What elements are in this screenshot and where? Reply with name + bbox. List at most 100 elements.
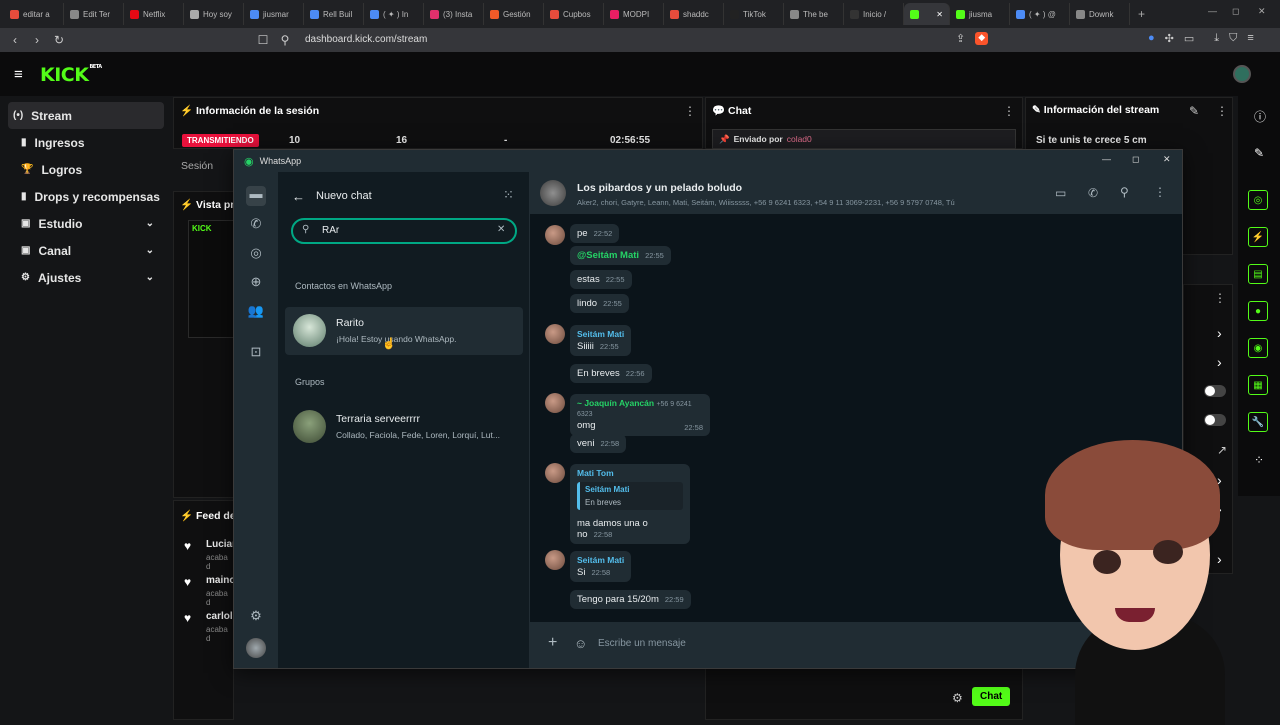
info-icon[interactable]: ⓘ (1254, 108, 1266, 125)
maximize-icon[interactable]: ◻ (1232, 6, 1239, 17)
browser-tab[interactable]: jiusmar (244, 3, 304, 25)
contact-item[interactable]: Rarito ¡Hola! Estoy usando WhatsApp. ☝ (285, 307, 523, 355)
hamburger-icon[interactable]: ≡ (14, 66, 23, 83)
sender-avatar[interactable] (545, 393, 565, 413)
message-bubble[interactable]: estas 22:55 (570, 270, 632, 289)
more-icon[interactable]: ⋮ (1214, 291, 1226, 305)
pinned-user[interactable]: colad0 (787, 134, 812, 144)
message-bubble[interactable]: ~ Joaquín Ayancán +56 9 6241 6323 omg 22:5… (570, 394, 710, 436)
download-icon[interactable]: ⤓ (1214, 32, 1219, 45)
browser-tab[interactable]: ( ✦ ) @ (1010, 3, 1070, 25)
more-icon[interactable]: ⋮ (1216, 104, 1228, 118)
gear-icon[interactable]: ⚙ (952, 691, 963, 705)
maximize-icon[interactable]: ◻ (1132, 154, 1139, 165)
back-arrow-icon[interactable]: ← (292, 189, 305, 204)
group-item[interactable]: Terraria serveerrrr Collado, Faciola, Fe… (285, 403, 523, 451)
browser-tab[interactable]: MODPI (604, 3, 664, 25)
chevron-down-icon[interactable]: ⌄ (146, 272, 154, 283)
sidebar-item-logros[interactable]: 🏆 Logros (8, 156, 164, 183)
message-bubble[interactable]: veni 22:58 (570, 434, 627, 453)
message-bubble[interactable]: pe 22:52 (570, 224, 620, 243)
message-bubble[interactable]: Tengo para 15/20m 22:59 (570, 590, 691, 609)
more-icon[interactable]: ⋮ (1003, 104, 1015, 118)
browser-tab[interactable]: (3) Insta (424, 3, 484, 25)
avatar[interactable] (1233, 65, 1251, 83)
chevron-down-icon[interactable]: ⌄ (146, 245, 154, 256)
pencil-icon[interactable]: ✎ (1254, 146, 1264, 160)
message-bubble[interactable]: lindo 22:55 (570, 294, 629, 313)
attach-plus-icon[interactable]: + (548, 634, 557, 652)
browser-tab[interactable]: Inicio / (844, 3, 904, 25)
close-icon[interactable]: ✕ (1258, 6, 1266, 17)
browser-tab[interactable]: Gestión (484, 3, 544, 25)
settings-icon[interactable]: ⚙ (246, 608, 266, 628)
conversation-header[interactable]: Los pibardos y un pelado boludo Aker2, c… (530, 172, 1182, 214)
layout-icon[interactable]: ▦ (1248, 375, 1268, 395)
archive-icon[interactable]: ⊡ (246, 344, 266, 364)
browser-tab[interactable]: jiusma (950, 3, 1010, 25)
search-input[interactable]: ⚲ RAr ✕ (291, 218, 517, 244)
browser-tab[interactable]: The be (784, 3, 844, 25)
browser-tab[interactable]: Downk (1070, 3, 1130, 25)
message-bubble[interactable]: Seitám Mati Si 22:58 (570, 551, 632, 582)
browser-tab[interactable]: shaddc (664, 3, 724, 25)
wrench-icon[interactable]: 🔧 (1248, 412, 1268, 432)
puzzle-icon[interactable]: ✣ (1165, 32, 1174, 45)
message-input[interactable]: Escribe un mensaje (598, 638, 686, 649)
search-icon[interactable]: ⚲ (1120, 185, 1129, 199)
channels-icon[interactable]: ⊕ (246, 274, 266, 294)
minimize-icon[interactable]: — (1208, 6, 1217, 16)
video-call-icon[interactable]: ▭ (1055, 186, 1066, 200)
quoted-message[interactable]: Seitám Mati En breves (577, 482, 683, 510)
edit-icon[interactable]: ✎ (1189, 104, 1199, 118)
message-bubble[interactable]: En breves 22:56 (570, 364, 652, 383)
voice-call-icon[interactable]: ✆ (1088, 186, 1098, 200)
chevron-down-icon[interactable]: ⌄ (146, 218, 154, 229)
preview-thumbnail[interactable]: KICK (188, 220, 234, 338)
profile-avatar[interactable] (246, 638, 266, 658)
message-bubble[interactable]: Mati Tom Seitám Mati En breves ma damos … (570, 464, 690, 544)
reload-icon[interactable]: ↻ (48, 33, 70, 47)
close-tab-icon[interactable]: ✕ (936, 10, 943, 19)
site-info-icon[interactable]: ⚲ (274, 33, 296, 47)
sidebar-item-estudio[interactable]: ▣ Estudio ⌄ (8, 210, 164, 237)
extension-icon[interactable]: ● (1148, 32, 1155, 45)
brave-shield-icon[interactable]: ◆ (975, 32, 989, 45)
chevron-right-icon[interactable]: › (1217, 354, 1222, 370)
nodes-icon[interactable]: ⁘ (1254, 453, 1264, 467)
chevron-right-icon[interactable]: › (1217, 325, 1222, 341)
browser-tab[interactable]: TikTok (724, 3, 784, 25)
target-icon[interactable]: ◎ (1248, 190, 1268, 210)
forward-icon[interactable]: › (26, 33, 48, 47)
share-icon[interactable]: ⇪ (956, 32, 965, 45)
sender-avatar[interactable] (545, 550, 565, 570)
toggle-switch[interactable] (1204, 385, 1226, 397)
sender-avatar[interactable] (545, 225, 565, 245)
menu-icon[interactable]: ≡ (1247, 32, 1253, 45)
message-bubble[interactable]: Seitám Mati Siiiii 22:55 (570, 325, 632, 356)
browser-tab[interactable]: editar a (4, 3, 64, 25)
group-avatar[interactable] (540, 180, 566, 206)
vpn-icon[interactable]: ⛉ (1229, 32, 1237, 45)
sidebar-item-ajustes[interactable]: ⚙ Ajustes ⌄ (8, 264, 164, 291)
minimize-icon[interactable]: — (1102, 154, 1111, 164)
chat-bubble-icon[interactable]: ● (1248, 301, 1268, 321)
status-icon[interactable]: ◎ (246, 245, 266, 265)
url-field[interactable]: dashboard.kick.com/stream (305, 34, 427, 45)
panel-icon[interactable]: ▭ (1184, 32, 1194, 45)
more-icon[interactable]: ⋮ (684, 104, 696, 118)
sidebar-item-ingresos[interactable]: ▮ Ingresos (8, 129, 164, 156)
browser-tab[interactable]: ✕ (904, 3, 950, 25)
communities-icon[interactable]: 👥 (246, 303, 266, 323)
emoji-icon[interactable]: ☺ (574, 636, 587, 651)
sidebar-item-canal[interactable]: ▣ Canal ⌄ (8, 237, 164, 264)
sender-avatar[interactable] (545, 324, 565, 344)
message-bubble[interactable]: @Seitám Mati 22:55 (570, 246, 671, 265)
document-icon[interactable]: ▤ (1248, 264, 1268, 284)
bolt-icon[interactable]: ⚡ (1248, 227, 1268, 247)
more-icon[interactable]: ⋮ (1154, 185, 1166, 199)
calls-icon[interactable]: ✆ (246, 216, 266, 236)
kick-logo[interactable]: KICKBETA (40, 64, 102, 86)
browser-tab[interactable]: ( ✦ ) In (364, 3, 424, 25)
browser-tab[interactable]: Cupbos (544, 3, 604, 25)
